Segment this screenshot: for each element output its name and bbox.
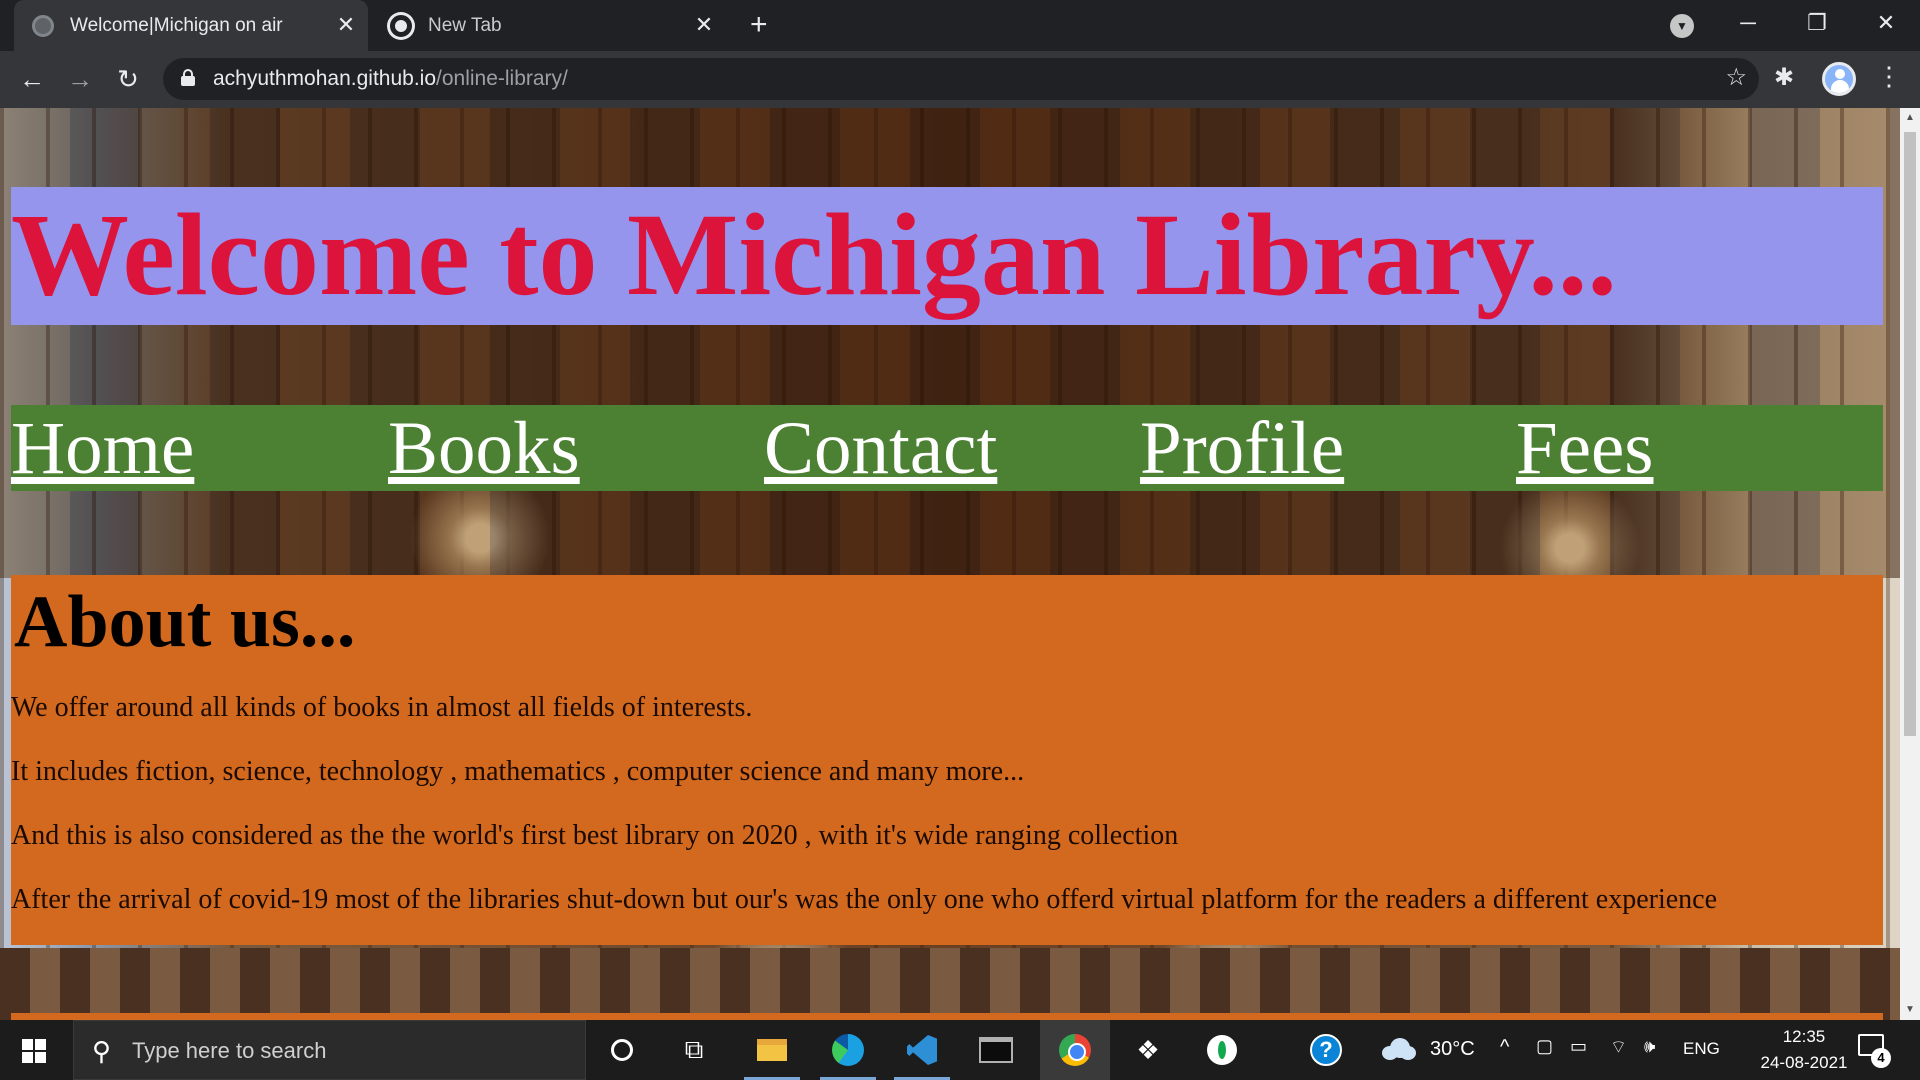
windows-start-icon[interactable] (22, 1039, 46, 1063)
vscode-icon[interactable] (894, 1030, 950, 1080)
nav-link-profile[interactable]: Profile (1140, 407, 1344, 491)
about-paragraph: We offer around all kinds of books in al… (11, 692, 753, 723)
restore-button[interactable]: ❐ (1797, 8, 1837, 38)
nav-link-fees[interactable]: Fees (1516, 407, 1653, 491)
dropbox-icon[interactable]: ❖ (1126, 1030, 1170, 1070)
globe-icon (32, 14, 54, 37)
nav-link-books[interactable]: Books (388, 407, 580, 491)
taskbar-search-box[interactable]: ⚲ Type here to search (73, 1020, 586, 1080)
bookmark-star-icon[interactable]: ☆ (1725, 63, 1747, 92)
page-viewport: Welcome to Michigan Library... Home Book… (0, 108, 1900, 1020)
url-path: /online-library/ (436, 67, 568, 90)
scroll-up-arrow[interactable]: ▲ (1900, 108, 1920, 128)
page-title: Welcome to Michigan Library... (11, 189, 1617, 320)
scroll-thumb[interactable] (1904, 132, 1916, 736)
nav-link-contact[interactable]: Contact (764, 407, 997, 491)
meet-now-icon[interactable]: ▢ (1536, 1036, 1553, 1057)
browser-tab-strip: Welcome|Michigan on air ✕ New Tab ✕ + ▼ … (0, 0, 1920, 51)
about-paragraph: After the arrival of covid-19 most of th… (11, 884, 1718, 915)
site-header: Welcome to Michigan Library... (11, 187, 1883, 325)
background-image-lower (0, 948, 1900, 1020)
search-icon: ⚲ (92, 1036, 112, 1066)
weather-temperature[interactable]: 30°C (1430, 1038, 1475, 1061)
about-paragraph: And this is also considered as the the w… (11, 820, 1179, 851)
minimize-button[interactable]: ─ (1728, 8, 1768, 38)
profile-avatar[interactable] (1822, 62, 1856, 96)
clock-date[interactable]: 24-08-2021 (1735, 1053, 1873, 1073)
notification-badge: 4 (1871, 1048, 1891, 1068)
browser-tab-new[interactable]: New Tab ✕ (372, 0, 726, 51)
weather-cloud-icon[interactable] (1382, 1036, 1416, 1060)
green-app-icon[interactable] (1200, 1030, 1244, 1070)
browser-menu-icon[interactable]: ⋮ (1876, 61, 1902, 92)
language-indicator[interactable]: ENG (1683, 1039, 1720, 1059)
browser-tab-active[interactable]: Welcome|Michigan on air ✕ (14, 0, 368, 51)
extensions-icon[interactable]: ✱ (1774, 63, 1794, 92)
close-tab-icon[interactable]: ✕ (334, 13, 358, 37)
tab-title: Welcome|Michigan on air (70, 14, 283, 36)
about-paragraph: It includes fiction, science, technology… (11, 756, 1025, 787)
nav-link-home[interactable]: Home (11, 407, 194, 491)
edge-icon[interactable] (820, 1030, 876, 1080)
close-tab-icon[interactable]: ✕ (692, 13, 716, 37)
tab-title: New Tab (428, 14, 502, 36)
url-text[interactable]: achyuthmohan.github.io/online-library/ (213, 67, 568, 91)
cortana-icon[interactable] (600, 1030, 644, 1070)
file-explorer-icon[interactable] (744, 1030, 800, 1080)
windows-taskbar: ⚲ Type here to search ⧉ ❖ ? 30°C ^ ▢ ▭ ⌔… (0, 1020, 1920, 1080)
volume-icon[interactable]: 🕪 (1644, 1036, 1655, 1057)
next-section-edge (11, 1013, 1883, 1020)
clock-time[interactable]: 12:35 (1760, 1027, 1848, 1047)
help-icon[interactable]: ? (1304, 1030, 1348, 1070)
vertical-scrollbar[interactable]: ▲ ▼ (1900, 108, 1920, 1020)
url-host: achyuthmohan.github.io (213, 67, 436, 90)
about-heading: About us... (14, 581, 356, 663)
scroll-down-arrow[interactable]: ▼ (1900, 1000, 1920, 1020)
tab-search-icon[interactable]: ▼ (1670, 14, 1694, 38)
forward-button[interactable]: → (62, 61, 98, 97)
wifi-icon[interactable]: ⌔ (1610, 1036, 1627, 1059)
window-close-button[interactable]: ✕ (1866, 8, 1906, 38)
reload-button[interactable]: ↻ (110, 61, 146, 97)
chrome-icon (390, 14, 412, 37)
task-view-icon[interactable]: ⧉ (672, 1030, 716, 1070)
search-placeholder: Type here to search (132, 1038, 327, 1063)
browser-toolbar: ← → ↻ achyuthmohan.github.io/online-libr… (0, 51, 1920, 108)
site-nav: Home Books Contact Profile Fees (11, 405, 1883, 491)
back-button[interactable]: ← (14, 61, 50, 97)
about-section: About us... We offer around all kinds of… (11, 575, 1883, 945)
new-tab-button[interactable]: + (750, 10, 768, 40)
chrome-icon[interactable] (1040, 1020, 1110, 1080)
terminal-icon[interactable] (974, 1030, 1018, 1070)
address-bar[interactable]: achyuthmohan.github.io/online-library/ ☆ (163, 58, 1759, 100)
battery-icon[interactable]: ▭ (1570, 1036, 1587, 1057)
background-image (0, 108, 1900, 578)
tray-overflow-icon[interactable]: ^ (1500, 1036, 1509, 1059)
lock-icon[interactable] (181, 69, 195, 86)
